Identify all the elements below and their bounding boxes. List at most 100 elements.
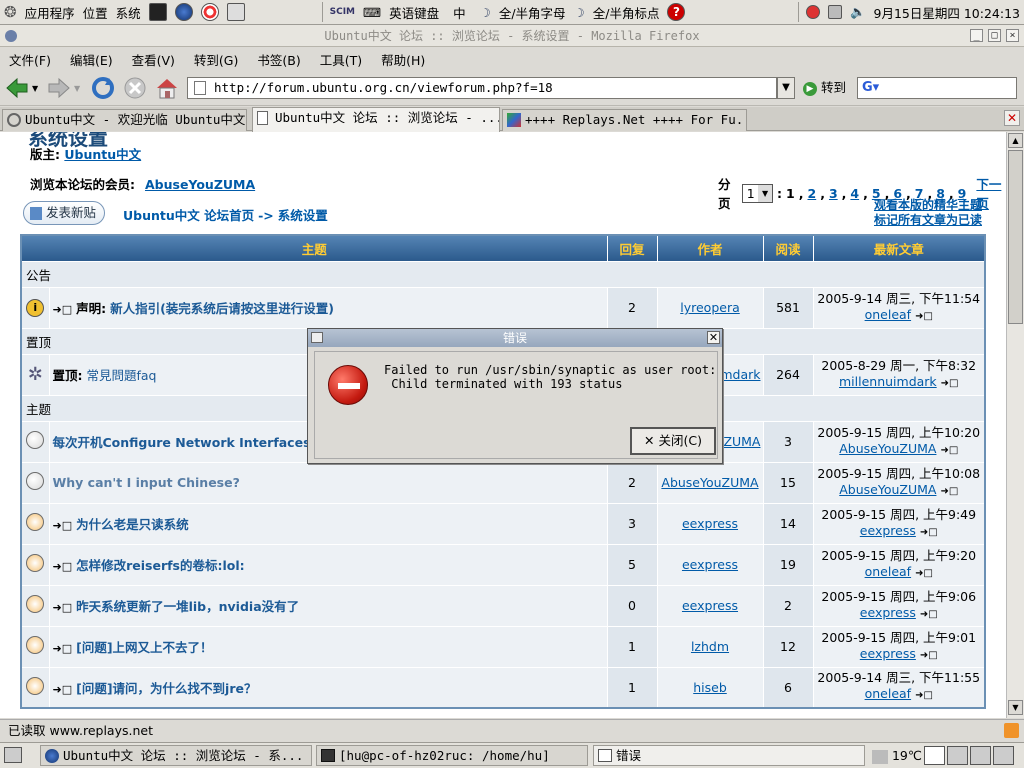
goto-post-icon[interactable]: ➜□ bbox=[920, 650, 938, 661]
taskbar-item-firefox[interactable]: Ubuntu中文 论坛 :: 浏览论坛 - 系... bbox=[40, 745, 312, 766]
topic-link[interactable]: 每次开机Configure Network Interfaces bbox=[53, 435, 311, 450]
url-bar[interactable]: http://forum.ubuntu.org.cn/viewforum.php… bbox=[187, 77, 777, 99]
last-post-user[interactable]: millennuimdark bbox=[839, 374, 937, 389]
mail-launcher-icon[interactable] bbox=[223, 0, 249, 25]
dialog-close-icon[interactable]: ✕ bbox=[707, 331, 720, 344]
reload-icon[interactable] bbox=[90, 75, 116, 101]
goto-post-icon[interactable]: ➜□ bbox=[915, 690, 933, 701]
breadcrumb-current[interactable]: 系统设置 bbox=[278, 208, 328, 223]
topic-link[interactable]: Why can't I input Chinese? bbox=[53, 475, 240, 490]
drive-icon[interactable] bbox=[824, 0, 846, 25]
terminal-launcher-icon[interactable] bbox=[145, 0, 171, 25]
back-dropdown-icon[interactable]: ▼ bbox=[32, 84, 38, 93]
vertical-scrollbar[interactable]: ▲ ▼ bbox=[1006, 132, 1024, 718]
topic-link[interactable]: [问题]上网又上不去了！ bbox=[76, 640, 212, 655]
new-topic-button[interactable]: 发表新贴 bbox=[23, 201, 105, 225]
close-tab-icon[interactable]: ✕ bbox=[1004, 110, 1020, 126]
window-title-bar[interactable]: Ubuntu中文 论坛 :: 浏览论坛 - 系统设置 - Mozilla Fir… bbox=[0, 25, 1024, 47]
mark-read-link[interactable]: 标记所有文章为已读 bbox=[874, 213, 982, 228]
minimize-icon[interactable]: _ bbox=[970, 29, 983, 42]
workspace-4[interactable] bbox=[993, 746, 1014, 765]
menu-view[interactable]: 查看(V) bbox=[123, 50, 185, 69]
workspace-3[interactable] bbox=[970, 746, 991, 765]
last-post-user[interactable]: AbuseYouZUMA bbox=[839, 441, 936, 456]
go-button[interactable]: ▶ 转到 bbox=[803, 77, 846, 99]
home-icon[interactable] bbox=[154, 75, 180, 101]
clock[interactable]: 9月15日星期四 10:24:13 bbox=[870, 0, 1024, 25]
goto-post-icon[interactable]: ➜□ bbox=[915, 311, 933, 322]
goto-post-icon[interactable]: ➜□ bbox=[941, 378, 959, 389]
moderator-link[interactable]: Ubuntu中文 bbox=[64, 147, 141, 162]
last-post-user[interactable]: eexpress bbox=[860, 605, 916, 620]
punct-mode-label[interactable]: 全/半角标点 bbox=[589, 0, 664, 25]
last-post-user[interactable]: oneleaf bbox=[865, 564, 911, 579]
author-link[interactable]: AbuseYouZUMA bbox=[661, 475, 758, 490]
author-link[interactable]: hiseb bbox=[693, 680, 727, 695]
ime-mode-label[interactable]: 中 bbox=[443, 0, 476, 25]
topic-link[interactable]: 常見問題faq bbox=[86, 368, 156, 383]
goto-post-icon[interactable]: ➜□ bbox=[920, 527, 938, 538]
author-link[interactable]: eexpress bbox=[682, 516, 738, 531]
last-post-user[interactable]: eexpress bbox=[860, 646, 916, 661]
page-link[interactable]: 2 bbox=[808, 186, 817, 201]
stop-icon[interactable] bbox=[122, 75, 148, 101]
search-input[interactable]: G▾ bbox=[857, 77, 1017, 99]
dialog-title-bar[interactable]: 错误 ✕ bbox=[308, 329, 722, 347]
back-icon[interactable] bbox=[4, 75, 30, 101]
menu-file[interactable]: 文件(F) bbox=[0, 50, 61, 69]
ubuntu-logo-icon[interactable]: ❂ bbox=[0, 0, 21, 25]
dialog-close-button[interactable]: ✕ 关闭(C) bbox=[630, 427, 716, 455]
author-link[interactable]: eexpress bbox=[682, 557, 738, 572]
dialog-menu-icon[interactable] bbox=[311, 332, 323, 343]
page-select[interactable]: 1 ▼ bbox=[741, 183, 774, 203]
close-icon[interactable]: × bbox=[1006, 29, 1019, 42]
goto-post-icon[interactable]: ➜□ bbox=[915, 568, 933, 579]
scroll-thumb[interactable] bbox=[1008, 150, 1023, 324]
window-menu-icon[interactable] bbox=[5, 30, 17, 42]
scim-icon[interactable]: SCIM bbox=[326, 0, 359, 25]
workspace-1[interactable] bbox=[924, 746, 945, 765]
width-mode-label[interactable]: 全/半角字母 bbox=[495, 0, 570, 25]
volume-icon[interactable]: 🔈 bbox=[846, 0, 870, 25]
topic-link[interactable]: 昨天系统更新了一堆lib，nvidia没有了 bbox=[76, 599, 299, 614]
goto-post-icon[interactable]: ➜□ bbox=[940, 486, 958, 497]
menu-go[interactable]: 转到(G) bbox=[185, 50, 248, 69]
maximize-icon[interactable]: □ bbox=[988, 29, 1001, 42]
page-link[interactable]: 4 bbox=[850, 186, 859, 201]
topic-link[interactable]: 为什么老是只读系统 bbox=[76, 517, 189, 532]
weather-applet[interactable]: 19℃ bbox=[872, 746, 922, 766]
taskbar-item-terminal[interactable]: [hu@pc-of-hz02ruc: /home/hu] bbox=[316, 745, 588, 766]
workspace-2[interactable] bbox=[947, 746, 968, 765]
tab-forum[interactable]: Ubuntu中文 论坛 :: 浏览论坛 - ... bbox=[252, 107, 500, 132]
url-dropdown-icon[interactable]: ▼ bbox=[777, 77, 795, 99]
places-menu[interactable]: 位置 bbox=[79, 0, 112, 25]
menu-bookmarks[interactable]: 书签(B) bbox=[248, 50, 310, 69]
page-link[interactable]: 3 bbox=[829, 186, 838, 201]
digest-link[interactable]: 观看本版的精华主题 bbox=[874, 198, 982, 213]
author-link[interactable]: lyreopera bbox=[680, 300, 740, 315]
breadcrumb-home[interactable]: Ubuntu中文 论坛首页 bbox=[123, 208, 254, 223]
firefox-launcher-icon[interactable] bbox=[171, 0, 197, 25]
help-icon[interactable]: ? bbox=[663, 0, 689, 25]
google-icon[interactable]: G▾ bbox=[862, 80, 879, 95]
last-post-user[interactable]: oneleaf bbox=[865, 686, 911, 701]
viewer-link[interactable]: AbuseYouZUMA bbox=[145, 177, 255, 192]
rss-icon[interactable] bbox=[1004, 723, 1019, 738]
forward-icon[interactable] bbox=[46, 75, 72, 101]
forward-dropdown-icon[interactable]: ▼ bbox=[74, 84, 80, 93]
menu-edit[interactable]: 编辑(E) bbox=[61, 50, 123, 69]
last-post-user[interactable]: eexpress bbox=[860, 523, 916, 538]
show-desktop-icon[interactable] bbox=[4, 747, 22, 763]
last-post-user[interactable]: oneleaf bbox=[865, 307, 911, 322]
scroll-down-icon[interactable]: ▼ bbox=[1008, 700, 1023, 715]
tab-replays[interactable]: ++++ Replays.Net ++++ For Fu... bbox=[502, 109, 747, 131]
author-link[interactable]: lzhdm bbox=[691, 639, 729, 654]
tab-ubuntu-home[interactable]: Ubuntu中文 - 欢迎光临 Ubuntu中文 ... bbox=[2, 109, 247, 131]
help-launcher-icon[interactable] bbox=[197, 0, 223, 25]
topic-link[interactable]: [问题]请问，为什么找不到jre？ bbox=[76, 681, 256, 696]
applications-menu[interactable]: 应用程序 bbox=[21, 0, 79, 25]
goto-post-icon[interactable]: ➜□ bbox=[920, 609, 938, 620]
update-notifier-icon[interactable] bbox=[802, 0, 824, 25]
author-link[interactable]: eexpress bbox=[682, 598, 738, 613]
input-method-label[interactable]: 英语键盘 bbox=[385, 0, 443, 25]
